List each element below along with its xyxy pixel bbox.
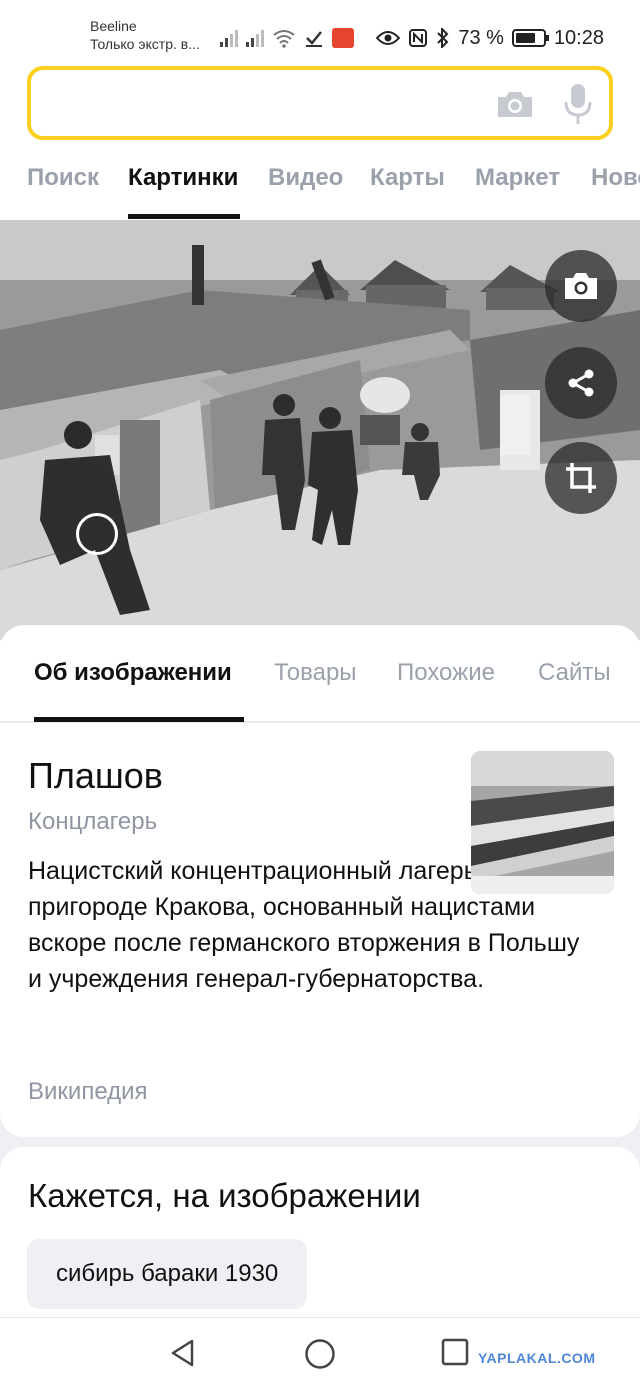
recognized-title: Кажется, на изображении (28, 1177, 421, 1214)
carrier-status: Только экстр. в... (90, 36, 200, 52)
recents-icon[interactable] (441, 1338, 469, 1366)
watermark: YAPLAKAL.COM (478, 1350, 596, 1366)
eye-icon (376, 31, 401, 45)
recognized-card: Кажется, на изображении сибирь бараки 19… (0, 1147, 640, 1325)
suggestion-chip[interactable]: сибирь бараки 1930 (27, 1239, 308, 1309)
carrier-name: Beeline (90, 18, 137, 34)
object-select-marker[interactable] (76, 513, 118, 555)
search-image[interactable] (0, 220, 640, 640)
results-sheet: Об изображении Товары Похожие Сайты Плаш… (0, 625, 640, 1325)
app-notification-icon (332, 28, 354, 48)
entity-thumbnail[interactable] (471, 751, 614, 894)
camera-icon (565, 273, 597, 299)
carrier-info: Beeline Только экстр. в... (90, 17, 200, 53)
status-icons (220, 24, 354, 52)
clock: 10:28 (553, 26, 604, 49)
camera-search-icon[interactable] (495, 88, 535, 120)
battery-icon (511, 29, 549, 47)
image-info-card: Об изображении Товары Похожие Сайты Плаш… (0, 625, 640, 1137)
camp-photo (471, 751, 614, 894)
share-button[interactable] (545, 347, 617, 419)
battery-percent: 73 % (458, 26, 504, 49)
search-type-tabs: Поиск Картинки Видео Карты Маркет Ново (0, 150, 640, 220)
tab-maps[interactable]: Карты (370, 164, 445, 192)
search-input[interactable] (45, 80, 485, 126)
tab-images[interactable]: Картинки (128, 164, 238, 192)
crop-icon (566, 463, 596, 493)
signal-icon (220, 29, 238, 47)
source-link[interactable]: Википедия (28, 1078, 148, 1106)
tab-sites[interactable]: Сайты (538, 659, 611, 687)
camera-button[interactable] (545, 250, 617, 322)
microphone-icon[interactable] (563, 82, 593, 126)
wifi-icon (273, 30, 295, 48)
photo-barracks (0, 220, 640, 640)
tab-news[interactable]: Ново (591, 164, 640, 192)
signal-icon-2 (246, 29, 264, 47)
check-icon (306, 31, 322, 47)
entity-title: Плашов (28, 755, 163, 796)
tab-products[interactable]: Товары (274, 659, 357, 687)
home-icon[interactable] (304, 1338, 336, 1370)
system-nav-bar: YAPLAKAL.COM (0, 1317, 640, 1387)
tab-about-image[interactable]: Об изображении (34, 659, 232, 687)
tab-similar[interactable]: Похожие (397, 659, 495, 687)
tab-video[interactable]: Видео (268, 164, 343, 192)
tab-market[interactable]: Маркет (475, 164, 560, 192)
active-subtab-indicator (34, 717, 244, 722)
search-box[interactable] (27, 66, 613, 140)
tab-search[interactable]: Поиск (27, 164, 99, 192)
bluetooth-icon (437, 28, 449, 48)
share-icon (568, 369, 594, 397)
crop-button[interactable] (545, 442, 617, 514)
status-right: 73 % 10:28 (376, 24, 604, 52)
nfc-icon (409, 29, 428, 47)
entity-type: Концлагерь (28, 808, 158, 835)
status-bar: Beeline Только экстр. в... 73 % 10:28 (0, 0, 640, 62)
active-tab-indicator (128, 214, 240, 219)
back-icon[interactable] (168, 1338, 198, 1368)
image-tabs: Об изображении Товары Похожие Сайты (0, 625, 640, 723)
battery-fill (515, 33, 535, 43)
